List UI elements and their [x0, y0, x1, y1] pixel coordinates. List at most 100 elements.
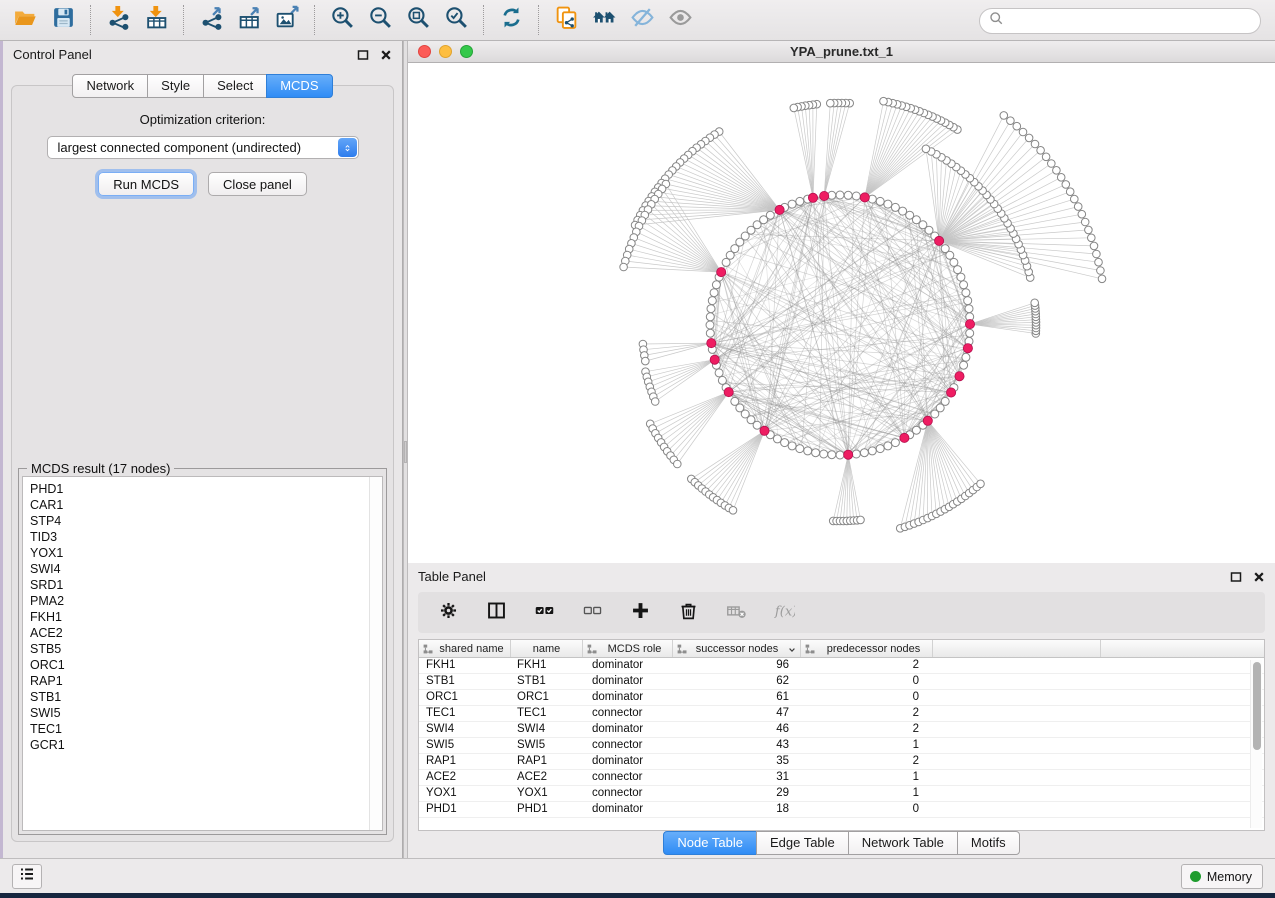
- tab-network[interactable]: Network: [72, 74, 148, 98]
- table-row[interactable]: SWI4SWI4dominator462: [419, 722, 1264, 738]
- search-input[interactable]: [1005, 11, 1260, 31]
- cell-name[interactable]: ACE2: [511, 770, 583, 785]
- select-all-icon[interactable]: [534, 600, 555, 626]
- show-panel-eye-button[interactable]: [661, 3, 699, 37]
- mcds-home-button[interactable]: [585, 3, 623, 37]
- mcds-result-item[interactable]: SRD1: [30, 577, 382, 593]
- mcds-result-item[interactable]: ORC1: [30, 657, 382, 673]
- cell-successor-nodes[interactable]: 46: [673, 722, 801, 737]
- cell-shared-name[interactable]: PHD1: [419, 802, 511, 817]
- column-header-mcds-role[interactable]: MCDS role: [583, 640, 673, 657]
- column-layout-icon[interactable]: [486, 600, 507, 626]
- cell-predecessor-nodes[interactable]: 1: [801, 738, 933, 753]
- close-panel-button[interactable]: Close panel: [208, 172, 307, 196]
- column-header-shared-name[interactable]: shared name: [419, 640, 511, 657]
- cell-mcds-role[interactable]: dominator: [583, 802, 673, 817]
- table-row[interactable]: ORC1ORC1dominator610: [419, 690, 1264, 706]
- cell-successor-nodes[interactable]: 62: [673, 674, 801, 689]
- mcds-result-item[interactable]: STP4: [30, 513, 382, 529]
- table-row[interactable]: PHD1PHD1dominator180: [419, 802, 1264, 818]
- cell-mcds-role[interactable]: dominator: [583, 690, 673, 705]
- cell-predecessor-nodes[interactable]: 1: [801, 786, 933, 801]
- cell-mcds-role[interactable]: dominator: [583, 658, 673, 673]
- cell-successor-nodes[interactable]: 31: [673, 770, 801, 785]
- table-row[interactable]: ACE2ACE2connector311: [419, 770, 1264, 786]
- tab-node-table[interactable]: Node Table: [663, 831, 757, 855]
- cell-shared-name[interactable]: YOX1: [419, 786, 511, 801]
- cell-shared-name[interactable]: TEC1: [419, 706, 511, 721]
- table-row[interactable]: FKH1FKH1dominator962: [419, 658, 1264, 674]
- mcds-result-item[interactable]: TID3: [30, 529, 382, 545]
- cell-predecessor-nodes[interactable]: 0: [801, 674, 933, 689]
- cell-mcds-role[interactable]: dominator: [583, 722, 673, 737]
- delete-column-icon[interactable]: [678, 600, 699, 626]
- tab-network-table[interactable]: Network Table: [848, 831, 958, 855]
- cell-mcds-role[interactable]: dominator: [583, 754, 673, 769]
- cell-shared-name[interactable]: SWI4: [419, 722, 511, 737]
- cell-shared-name[interactable]: ACE2: [419, 770, 511, 785]
- mcds-result-item[interactable]: RAP1: [30, 673, 382, 689]
- network-canvas[interactable]: [408, 63, 1275, 563]
- tab-edge-table[interactable]: Edge Table: [756, 831, 849, 855]
- cell-name[interactable]: RAP1: [511, 754, 583, 769]
- tab-motifs[interactable]: Motifs: [957, 831, 1020, 855]
- export-table-button[interactable]: [230, 3, 268, 37]
- table-scrollbar[interactable]: [1250, 660, 1262, 828]
- import-network-button[interactable]: [99, 3, 137, 37]
- cell-name[interactable]: SWI5: [511, 738, 583, 753]
- float-panel-icon[interactable]: [1230, 570, 1242, 588]
- tab-mcds[interactable]: MCDS: [266, 74, 332, 98]
- column-header-predecessor-nodes[interactable]: predecessor nodes: [801, 640, 933, 657]
- table-row[interactable]: SWI5SWI5connector431: [419, 738, 1264, 754]
- splitter-handle[interactable]: [404, 441, 407, 463]
- mcds-result-item[interactable]: SWI4: [30, 561, 382, 577]
- optimization-criterion-select[interactable]: largest connected component (undirected): [47, 136, 359, 159]
- add-column-icon[interactable]: [630, 600, 651, 626]
- close-panel-icon[interactable]: [1253, 570, 1265, 588]
- table-row[interactable]: YOX1YOX1connector291: [419, 786, 1264, 802]
- refresh-button[interactable]: [492, 3, 530, 37]
- cell-predecessor-nodes[interactable]: 2: [801, 754, 933, 769]
- import-table-button[interactable]: [137, 3, 175, 37]
- column-header-successor-nodes[interactable]: successor nodes: [673, 640, 801, 657]
- mcds-result-item[interactable]: SWI5: [30, 705, 382, 721]
- cell-shared-name[interactable]: ORC1: [419, 690, 511, 705]
- float-panel-icon[interactable]: [357, 48, 369, 66]
- open-file-button[interactable]: [6, 3, 44, 37]
- deselect-all-icon[interactable]: [582, 600, 603, 626]
- cell-predecessor-nodes[interactable]: 2: [801, 722, 933, 737]
- cell-mcds-role[interactable]: connector: [583, 738, 673, 753]
- cell-name[interactable]: SWI4: [511, 722, 583, 737]
- memory-button[interactable]: Memory: [1181, 864, 1263, 889]
- mcds-result-item[interactable]: PHD1: [30, 481, 382, 497]
- cell-successor-nodes[interactable]: 18: [673, 802, 801, 817]
- cell-mcds-role[interactable]: connector: [583, 770, 673, 785]
- show-panels-button[interactable]: [12, 864, 42, 889]
- result-list-scrollbar[interactable]: [369, 477, 382, 830]
- duplicate-network-button[interactable]: [547, 3, 585, 37]
- cell-successor-nodes[interactable]: 29: [673, 786, 801, 801]
- cell-name[interactable]: PHD1: [511, 802, 583, 817]
- hide-panel-eye-button[interactable]: [623, 3, 661, 37]
- cell-mcds-role[interactable]: connector: [583, 706, 673, 721]
- mcds-result-item[interactable]: ACE2: [30, 625, 382, 641]
- table-row[interactable]: RAP1RAP1dominator352: [419, 754, 1264, 770]
- cell-successor-nodes[interactable]: 47: [673, 706, 801, 721]
- cell-mcds-role[interactable]: connector: [583, 786, 673, 801]
- window-close-light[interactable]: [418, 45, 431, 58]
- mcds-result-item[interactable]: STB1: [30, 689, 382, 705]
- column-header-name[interactable]: name: [511, 640, 583, 657]
- cell-mcds-role[interactable]: dominator: [583, 674, 673, 689]
- cell-successor-nodes[interactable]: 43: [673, 738, 801, 753]
- zoom-fit-button[interactable]: [399, 3, 437, 37]
- cell-predecessor-nodes[interactable]: 0: [801, 690, 933, 705]
- cell-predecessor-nodes[interactable]: 1: [801, 770, 933, 785]
- cell-predecessor-nodes[interactable]: 2: [801, 658, 933, 673]
- export-image-button[interactable]: [268, 3, 306, 37]
- mcds-result-item[interactable]: STB5: [30, 641, 382, 657]
- cell-successor-nodes[interactable]: 96: [673, 658, 801, 673]
- tab-select[interactable]: Select: [203, 74, 267, 98]
- search-box[interactable]: [979, 8, 1261, 34]
- cell-successor-nodes[interactable]: 61: [673, 690, 801, 705]
- window-zoom-light[interactable]: [460, 45, 473, 58]
